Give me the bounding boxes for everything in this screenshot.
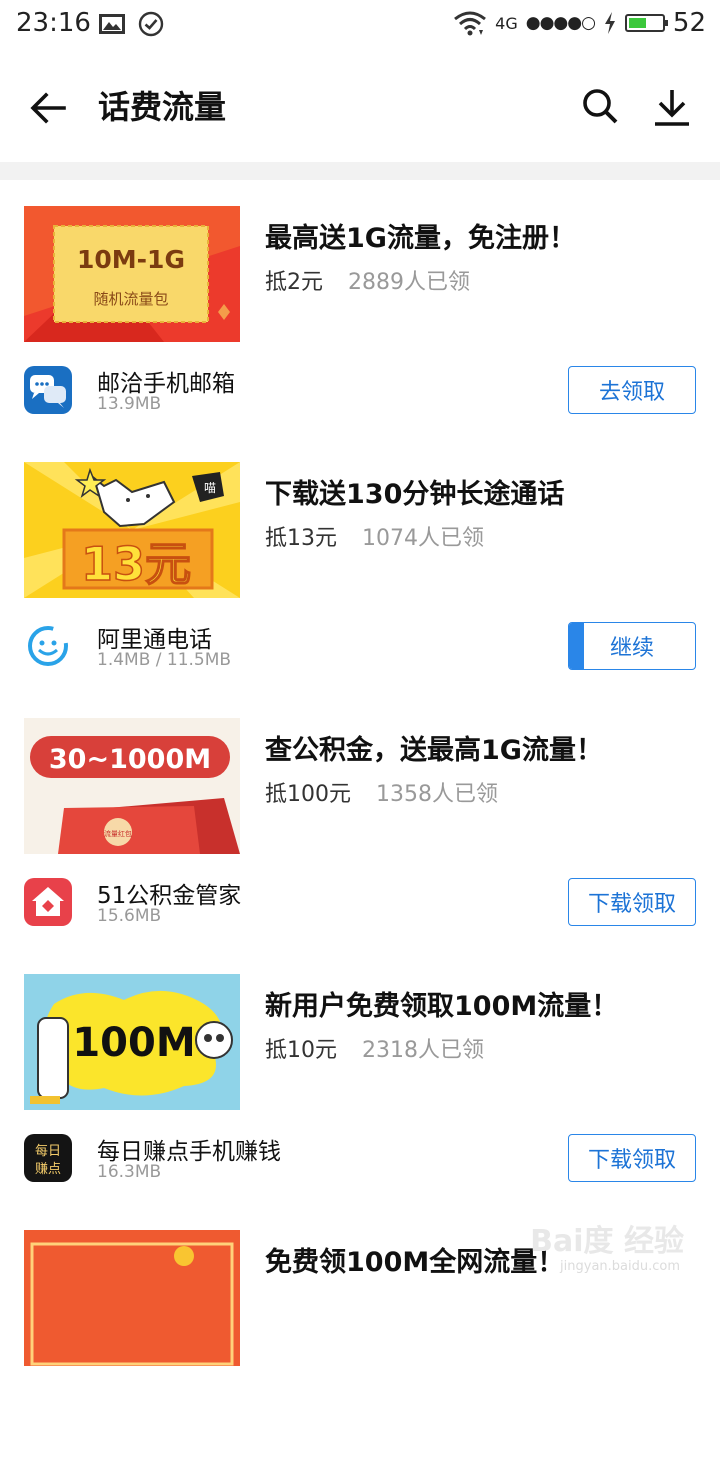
banner-small-text: 随机流量包 — [93, 290, 168, 308]
offer-banner — [24, 1230, 240, 1366]
charging-icon — [604, 12, 615, 34]
house-app-icon — [24, 878, 72, 926]
banner-big-text: 13元 — [81, 537, 191, 591]
download-claim-button[interactable]: 下载领取 — [568, 1134, 696, 1182]
offer-count: 1358人已领 — [376, 782, 498, 807]
offer-title: 查公积金，送最高1G流量！ — [265, 735, 603, 766]
app-name: 每日赚点手机赚钱 — [97, 1139, 281, 1165]
search-icon[interactable] — [578, 84, 622, 128]
signal-strength: ●●●●○ — [525, 13, 596, 33]
banner-big-text: 30~1000M — [49, 744, 211, 775]
phone-app-icon — [24, 622, 72, 670]
app-size: 1.4MB / 11.5MB — [97, 650, 232, 670]
watermark: Bai度 经验 — [530, 1224, 684, 1259]
app-name: 51公积金管家 — [97, 883, 242, 909]
status-time: 23:16 — [16, 8, 91, 38]
battery-percent: 52 — [672, 8, 706, 38]
offer-banner: 30~1000M 流量红包 — [24, 718, 240, 854]
offer-title: 免费领100M全网流量！ — [265, 1247, 565, 1278]
page-title: 话费流量 — [98, 88, 227, 126]
offer-item[interactable]: 100M 新用户免费领取100M流量！ 抵10元 2318人已领 每日 赚点 每… — [0, 948, 720, 1204]
offer-price: 抵13元 — [265, 526, 337, 551]
chat-app-icon — [24, 366, 72, 414]
app-name: 邮洽手机邮箱 — [97, 371, 235, 397]
wifi-icon — [454, 11, 487, 36]
back-arrow-icon[interactable] — [26, 86, 70, 130]
button-label: 继续 — [609, 636, 654, 661]
download-progress — [569, 623, 585, 669]
banner-small-text: 喵 — [204, 481, 216, 495]
download-icon[interactable] — [648, 84, 696, 132]
app-name: 阿里通电话 — [97, 627, 212, 653]
app-icon-text: 每日 — [35, 1143, 61, 1159]
svg-text:赚点: 赚点 — [35, 1161, 61, 1177]
banner-small-text: 流量红包 — [104, 829, 132, 838]
button-label: 下载领取 — [587, 1148, 676, 1173]
offer-count: 2889人已领 — [348, 270, 470, 295]
banner-big-text: 10M-1G — [77, 245, 185, 274]
check-circle-icon — [138, 11, 164, 37]
watermark-url: jingyan.baidu.com — [560, 1259, 680, 1274]
offer-count: 2318人已领 — [362, 1038, 484, 1063]
offer-price: 抵10元 — [265, 1038, 337, 1063]
earn-app-icon: 每日 赚点 — [24, 1134, 72, 1182]
offer-banner: 100M — [24, 974, 240, 1110]
button-label: 下载领取 — [587, 892, 676, 917]
offer-banner: 10M-1G 随机流量包 — [24, 206, 240, 342]
section-divider — [0, 162, 720, 180]
network-type: 4G — [495, 13, 518, 33]
battery-fill — [628, 18, 646, 28]
offer-title: 最高送1G流量，免注册！ — [265, 223, 576, 254]
toolbar: 话费流量 — [0, 50, 720, 162]
button-label: 去领取 — [598, 380, 665, 405]
offer-title: 下载送130分钟长途通话 — [265, 479, 565, 510]
offer-count: 1074人已领 — [362, 526, 484, 551]
download-claim-button[interactable]: 下载领取 — [568, 878, 696, 926]
offer-item[interactable]: 喵 13元 下载送130分钟长途通话 抵13元 1074人已领 阿里通电话 1.… — [0, 436, 720, 692]
app-size: 16.3MB — [97, 1162, 162, 1182]
banner-big-text: 100M — [72, 1020, 195, 1066]
app-size: 13.9MB — [97, 394, 162, 414]
app-size: 15.6MB — [97, 906, 162, 926]
continue-button[interactable]: 继续 — [568, 622, 696, 670]
offer-price: 抵2元 — [265, 270, 323, 295]
offer-banner: 喵 13元 — [24, 462, 240, 598]
offer-item[interactable]: 30~1000M 流量红包 查公积金，送最高1G流量！ 抵100元 1358人已… — [0, 692, 720, 948]
offer-price: 抵100元 — [265, 782, 351, 807]
image-icon — [99, 14, 125, 34]
offer-item[interactable]: 10M-1G 随机流量包 最高送1G流量，免注册！ 抵2元 2889人已领 邮洽… — [0, 180, 720, 436]
offer-title: 新用户免费领取100M流量！ — [265, 991, 619, 1022]
battery-icon — [624, 14, 668, 32]
status-bar: 23:16 4G ●●●●○ 52 — [0, 0, 720, 50]
claim-button[interactable]: 去领取 — [568, 366, 696, 414]
